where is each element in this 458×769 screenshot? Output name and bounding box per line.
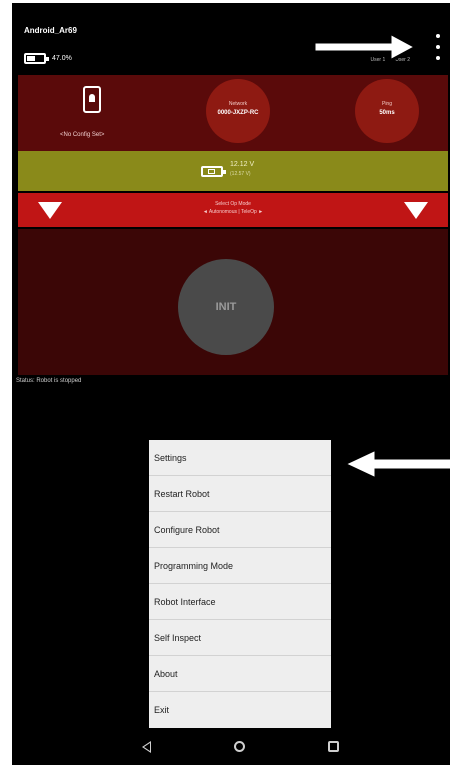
back-icon[interactable] (142, 741, 151, 753)
opmode-title: Select Op Mode (215, 201, 251, 207)
opmode-selector: Select Op Mode ◄ Autonomous | TeleOp ► (18, 193, 448, 227)
init-panel: INIT (18, 229, 448, 375)
battery-percent: 47.0% (52, 55, 72, 62)
opmode-subtitle: ◄ Autonomous | TeleOp ► (202, 209, 264, 215)
device-name: Android_Ar69 (24, 26, 77, 35)
menu-item-exit[interactable]: Exit (149, 692, 331, 728)
battery-status: 47.0% (24, 53, 72, 64)
robot-info-panel: <No Config Set> Network 0000-JXZP-RC Pin… (18, 75, 448, 151)
config-label: <No Config Set> (60, 132, 105, 138)
ping-indicator: Ping 50ms (355, 79, 419, 143)
network-indicator: Network 0000-JXZP-RC (206, 79, 270, 143)
phone-icon (83, 86, 101, 113)
network-label: Network (228, 101, 248, 107)
init-button[interactable]: INIT (178, 259, 274, 355)
robot-status-text: Status: Robot is stopped (16, 378, 82, 384)
recents-icon[interactable] (328, 741, 339, 752)
network-value: 0000-JXZP-RC (217, 110, 259, 116)
menu-item-about[interactable]: About (149, 656, 331, 692)
navigation-bar (12, 729, 450, 765)
menu-item-settings[interactable]: Settings (149, 440, 331, 476)
robot-battery-icon (201, 166, 226, 177)
robot-voltage: 12.12 V (230, 161, 255, 168)
menu-item-self-inspect[interactable]: Self Inspect (149, 620, 331, 656)
ping-value: 50ms (379, 110, 395, 116)
phone-screen: Android_Ar69 47.0% User 1 User 2 <No Con… (12, 3, 450, 765)
teleop-dropdown-arrow-icon[interactable] (404, 202, 428, 219)
menu-item-restart-robot[interactable]: Restart Robot (149, 476, 331, 512)
battery-icon (24, 53, 49, 64)
menu-item-robot-interface[interactable]: Robot Interface (149, 584, 331, 620)
robot-battery-bar: 12.12 V (12.57 V) (18, 151, 448, 191)
menu-item-programming-mode[interactable]: Programming Mode (149, 548, 331, 584)
robot-voltage-sub: (12.57 V) (230, 171, 251, 177)
overflow-menu-icon[interactable] (434, 34, 442, 60)
overflow-menu: Settings Restart Robot Configure Robot P… (149, 440, 331, 728)
annotation-arrow-right-icon (312, 31, 420, 63)
menu-item-configure-robot[interactable]: Configure Robot (149, 512, 331, 548)
home-icon[interactable] (234, 741, 245, 752)
ping-label: Ping (381, 101, 392, 107)
annotation-arrow-left-icon (340, 447, 450, 481)
